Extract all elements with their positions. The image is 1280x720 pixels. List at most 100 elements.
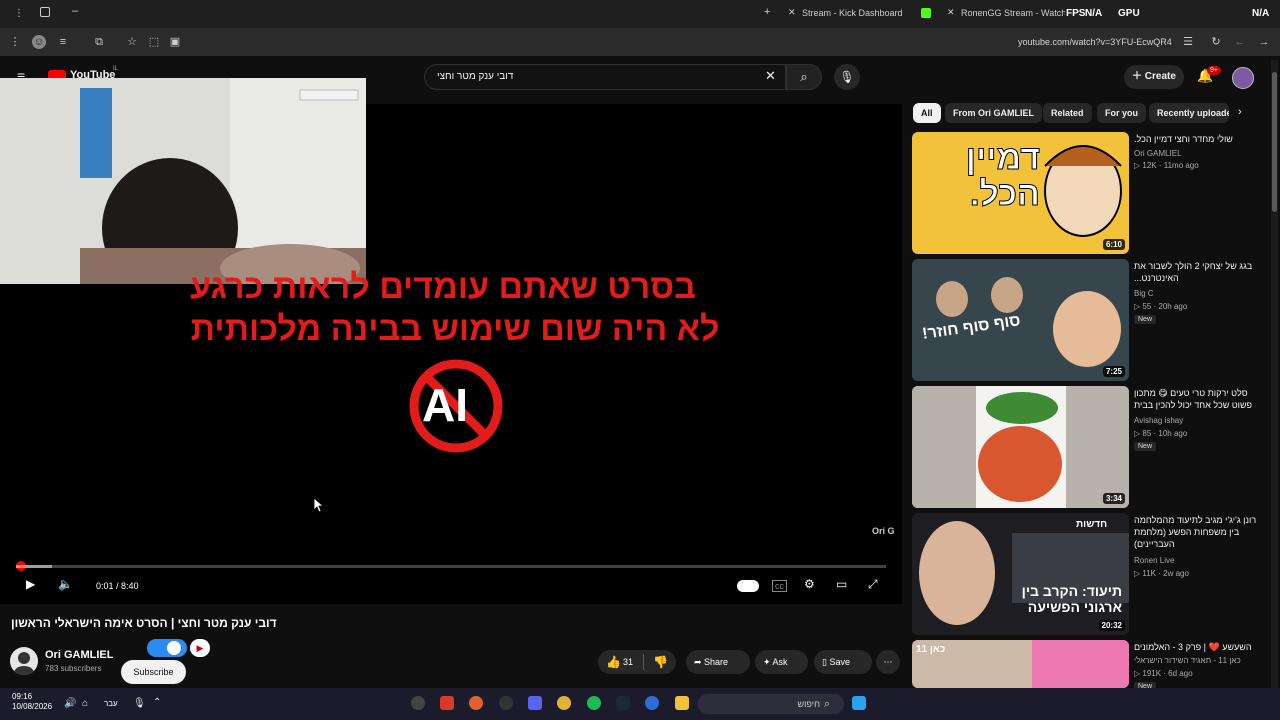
close-tab-icon[interactable]: ✕ [788, 7, 796, 18]
taskbar-clock[interactable]: 09:16 10/08/2026 [12, 692, 52, 712]
related-meta-text-3: 85 · 10h ago [1142, 429, 1188, 438]
play-icon[interactable]: ▶ [26, 577, 35, 591]
voice-search-button[interactable]: 🎙 [834, 64, 860, 90]
create-button[interactable]: ＋ Create [1124, 65, 1184, 89]
sparkle-icon: ✦ [763, 657, 773, 667]
chip-recently-uploaded[interactable]: Recently uploaded [1149, 103, 1229, 123]
related-thumbnail-2[interactable]: סוף סוף חוזר! 7:25 [912, 259, 1129, 381]
chip-from-channel[interactable]: From Ori GAMLIEL [945, 103, 1042, 123]
autoplay-toggle[interactable] [737, 580, 759, 592]
youtube-chip-icon[interactable]: ▶ [190, 639, 210, 657]
tab-ronengg-stream[interactable]: RonenGG Stream - Watch Live [961, 8, 1065, 18]
related-title-3[interactable]: סלט ירקות טרי טעים 😋 מתכון פשוט שכל אחד … [1134, 387, 1264, 411]
related-channel-1[interactable]: Ori GAMLIEL [1134, 149, 1182, 158]
back-icon[interactable]: ← [1233, 35, 1247, 49]
save-button[interactable]: ▯ Save [814, 650, 872, 674]
overlay-toggle-knob [167, 641, 181, 655]
chip-for-you[interactable]: For you [1097, 103, 1146, 123]
channel-avatar-image [14, 652, 34, 675]
related-channel-3[interactable]: Avishag ishay [1134, 416, 1183, 425]
related-title-2[interactable]: בגג של יצחקי 2 הולך לשבור את האינטרנט... [1134, 260, 1264, 284]
channel-name[interactable]: Ori GAMLIEL [45, 649, 113, 661]
search-input[interactable]: דובי ענק מטר וחצי ✕ [424, 64, 786, 90]
share-button[interactable]: ➦ Share [686, 650, 750, 674]
taskbar-search-icon: ⌕ [824, 698, 831, 710]
menu-dots-icon[interactable]: ⋮ [14, 8, 24, 19]
tabs-list-icon[interactable]: ≡ [56, 35, 70, 49]
app-discord-icon[interactable] [528, 696, 542, 710]
app-chatgpt-icon[interactable] [499, 696, 513, 710]
account-avatar[interactable] [1232, 67, 1254, 89]
reload-icon[interactable]: ↻ [1209, 35, 1223, 49]
hud-gpu-label: GPU [1118, 8, 1140, 19]
fullscreen-icon[interactable]: ⤢ [868, 577, 878, 592]
app-steam-icon[interactable] [616, 696, 630, 710]
taskbar-search[interactable]: חיפוש ⌕ [698, 694, 844, 714]
bookmark-star-icon[interactable]: ☆ [125, 35, 139, 49]
page-scrollbar-thumb[interactable] [1272, 72, 1277, 212]
chips-next-chevron-icon[interactable]: › [1238, 106, 1242, 118]
related-thumbnail-5[interactable]: כאן 11 [912, 640, 1129, 688]
duration-badge-2: 7:25 [1102, 366, 1125, 377]
chip-related[interactable]: Related [1043, 103, 1092, 123]
site-settings-icon[interactable]: ☰ [1181, 35, 1195, 49]
app-spark-icon[interactable] [469, 696, 483, 710]
mic-tray-icon[interactable]: 🎙 [133, 698, 146, 709]
app-obs-icon[interactable] [411, 696, 425, 710]
related-thumbnail-4[interactable]: חדשות תיעוד: הקרב בין ארגוני הפשיעה 20:3… [912, 513, 1129, 635]
mouse-cursor-icon [314, 498, 324, 512]
ask-button[interactable]: ✦ Ask [755, 650, 808, 674]
dislike-button[interactable]: 👎 [653, 650, 668, 674]
language-indicator[interactable]: עבר [104, 699, 118, 708]
network-icon[interactable]: ⌂ [82, 698, 88, 709]
profile-icon[interactable]: ☺ [32, 35, 46, 49]
chip-all[interactable]: All [913, 103, 941, 123]
related-title-5[interactable]: השעשע ❤️ | פרק 3 - האלמונים [1134, 641, 1264, 653]
app-ea-icon[interactable] [645, 696, 659, 710]
captions-icon[interactable]: cc [772, 580, 787, 592]
forward-icon[interactable]: → [1257, 35, 1271, 49]
app-red-icon[interactable] [440, 696, 454, 710]
subscribe-button[interactable]: Subscribe [121, 660, 186, 684]
related-thumbnail-1[interactable]: דמיין הכל. 6:10 [912, 132, 1129, 254]
related-thumbnail-3[interactable]: 3:34 [912, 386, 1129, 508]
related-meta-text-2: 55 · 20h ago [1142, 302, 1188, 311]
menu-dots-icon-2[interactable]: ⋮ [8, 35, 22, 49]
channel-subscribers: 783 subscribers [45, 664, 102, 673]
tab-kick-dashboard[interactable]: Stream - Kick Dashboard [802, 8, 903, 18]
url-field[interactable]: youtube.com/watch?v=3YFU-EcwQR4 [1018, 37, 1172, 47]
save-label: Save [829, 657, 850, 667]
volume-icon[interactable]: 🔈 [58, 577, 73, 591]
tray-chevron-icon[interactable]: ⌃ [153, 697, 161, 708]
window-icon[interactable] [40, 7, 50, 17]
related-channel-4[interactable]: Ronen Live [1134, 556, 1174, 565]
theater-mode-icon[interactable]: ▭ [836, 577, 847, 591]
screenshot-icon[interactable]: ⬚ [147, 35, 161, 49]
speaker-icon[interactable]: 🔊 [64, 698, 76, 709]
windows-start-icon[interactable] [852, 696, 866, 710]
progress-bar[interactable] [16, 565, 886, 568]
news-tag: חדשות [1076, 519, 1108, 530]
channel-avatar[interactable] [10, 647, 38, 675]
app-spotify-icon[interactable] [587, 696, 601, 710]
close-tab-icon-2[interactable]: ✕ [947, 7, 955, 18]
settings-gear-icon[interactable]: ⚙ [804, 577, 815, 591]
app-folder-icon[interactable] [675, 696, 689, 710]
related-title-4[interactable]: רונן ג'יג'י מגיב לתיעוד מהמלחמה בין משפח… [1134, 514, 1264, 550]
channel-watermark[interactable]: Ori G [872, 526, 895, 536]
new-tab-icon[interactable]: + [764, 6, 770, 18]
more-actions-button[interactable]: ⋯ [876, 650, 900, 674]
like-button[interactable]: 👍 [606, 650, 621, 674]
app-chrome-icon[interactable] [557, 696, 571, 710]
related-channel-2[interactable]: Big C [1134, 289, 1154, 298]
like-count: 31 [623, 657, 634, 667]
os-taskbar [0, 688, 1280, 720]
clear-search-icon[interactable]: ✕ [765, 68, 776, 84]
extensions-icon[interactable]: ⧉ [92, 35, 106, 49]
minimize-icon[interactable]: – [72, 5, 78, 17]
reader-icon[interactable]: ▣ [168, 35, 182, 49]
search-button[interactable]: ⌕ [786, 64, 822, 90]
related-title-1[interactable]: שולי מחדר וחצי דמיין הכל. [1134, 133, 1264, 145]
thumbnail-4-image [912, 513, 1129, 635]
related-channel-5[interactable]: כאן 11 - תאגיד השידור הישראלי [1134, 656, 1264, 665]
